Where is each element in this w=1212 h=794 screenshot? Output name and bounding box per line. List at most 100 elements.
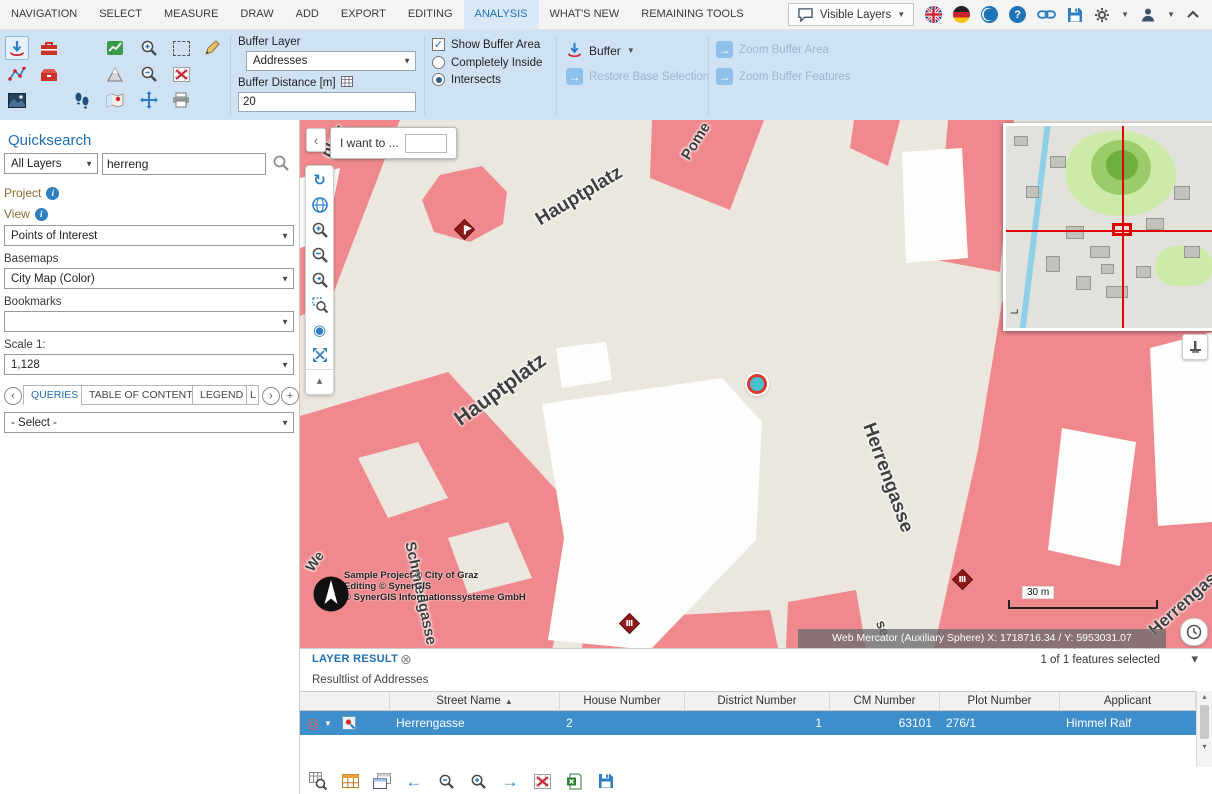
rectangle-select-icon[interactable] [169,36,193,60]
table-zoom-out-icon[interactable] [436,771,456,791]
table-zoom-in-icon[interactable] [468,771,488,791]
menu-measure[interactable]: MEASURE [153,0,229,29]
column-header-street[interactable]: Street Name ▲ [390,691,560,711]
next-record-icon[interactable]: → [500,771,520,791]
query-select[interactable]: - Select - ▼ [4,412,294,433]
intersects-option[interactable]: Intersects [432,73,501,86]
basemaps-select[interactable]: City Map (Color) ▼ [4,268,294,289]
radio-unselected-icon[interactable] [432,56,445,69]
cone-icon[interactable] [103,62,127,86]
menu-editing[interactable]: EDITING [397,0,464,29]
night-mode-icon[interactable] [981,6,998,23]
result-scrollbar[interactable]: ▴ ▾ [1196,691,1212,767]
menu-draw[interactable]: DRAW [229,0,284,29]
collapse-map-toolbar-icon[interactable]: ▴ [306,369,333,391]
visible-layers-button[interactable]: Visible Layers ▼ [788,3,914,26]
menu-export[interactable]: EXPORT [330,0,397,29]
buffer-distance-input[interactable] [238,92,416,112]
table-row-selected[interactable]: ◎ ▼ Herrengasse 2 1 63101 276/1 Himmel R… [300,711,1196,735]
print-icon[interactable] [169,88,193,112]
refresh-map-icon[interactable]: ↻ [309,169,330,190]
settings-gear-icon[interactable] [1094,7,1110,23]
save-project-icon[interactable] [1067,7,1083,23]
zoom-buffer-features-button[interactable]: → Zoom Buffer Features [716,68,851,85]
zoom-window-icon[interactable] [309,294,330,315]
compass-icon[interactable] [312,575,350,618]
buffer-tool-icon[interactable] [5,36,29,60]
language-english-flag-icon[interactable] [925,6,942,23]
record-target-icon[interactable]: ◎ [305,711,321,735]
user-account-icon[interactable] [1140,7,1156,23]
column-header-house[interactable]: House Number [560,691,685,711]
tab-queries[interactable]: QUERIES [23,385,86,405]
polyline-measure-icon[interactable] [5,62,29,86]
zoom-buffer-area-button[interactable]: → Zoom Buffer Area [716,41,829,58]
tab-legend[interactable]: LEGEND [192,385,251,405]
sketch-pen-icon[interactable] [200,36,224,60]
column-header-cm[interactable]: CM Number [830,691,940,711]
toolbox-open-icon[interactable] [37,62,61,86]
time-slider-icon[interactable] [1180,618,1208,646]
help-icon[interactable]: ? [1009,6,1026,23]
show-buffer-area-option[interactable]: ✓ Show Buffer Area [432,38,540,51]
map-canvas[interactable]: platz Hauptplatz Pome Hauptplatz Herreng… [300,120,1212,648]
map-zoom-in-icon[interactable] [309,219,330,240]
scale-select[interactable]: 1,128 ▼ [4,354,294,375]
menu-whats-new[interactable]: WHAT'S NEW [539,0,631,29]
tab-table-of-content[interactable]: TABLE OF CONTENT [81,385,201,405]
pan-tool-icon[interactable] [137,88,161,112]
menu-add[interactable]: ADD [285,0,330,29]
settings-caret-icon[interactable]: ▼ [1121,11,1129,19]
row-menu-caret-icon[interactable]: ▼ [322,711,334,735]
toolbox-icon[interactable] [37,36,61,60]
i-want-to-input[interactable] [405,134,447,153]
zoom-to-table-icon[interactable] [308,771,328,791]
menu-analysis[interactable]: ANALYSIS [464,0,539,29]
user-caret-icon[interactable]: ▼ [1167,11,1175,19]
buffer-layer-select[interactable]: Addresses ▼ [246,51,416,71]
quicksearch-heading[interactable]: Quicksearch [8,132,91,149]
footprints-icon[interactable] [70,88,94,112]
radio-selected-icon[interactable] [432,73,445,86]
completely-inside-option[interactable]: Completely Inside [432,56,542,69]
zoom-to-feature-icon[interactable] [340,711,358,735]
center-map-icon[interactable]: ◉ [309,319,330,340]
tab-clipped[interactable]: L [246,385,259,405]
share-link-icon[interactable] [1037,9,1056,20]
restore-base-selection-button[interactable]: → Restore Base Selection [566,68,709,85]
copy-table-icon[interactable] [372,771,392,791]
scroll-down-icon[interactable]: ▾ [1197,741,1212,753]
column-header-district[interactable]: District Number [685,691,830,711]
green-map-chart-icon[interactable] [103,36,127,60]
checkbox-checked-icon[interactable]: ✓ [432,38,445,51]
show-table-icon[interactable] [340,771,360,791]
map-marker-icon[interactable] [103,88,127,112]
language-german-flag-icon[interactable] [953,6,970,23]
globe-overview-icon[interactable] [309,194,330,215]
screenshot-image-icon[interactable] [5,88,29,112]
collapse-ribbon-icon[interactable] [1186,6,1200,24]
collapse-sidebar-icon[interactable]: ‹ [306,128,326,152]
view-select[interactable]: Points of Interest ▼ [4,225,294,246]
overview-map[interactable]: ⌐ [1003,123,1212,331]
project-info-icon[interactable]: i [46,187,59,200]
column-header-plot[interactable]: Plot Number [940,691,1060,711]
selected-feature-marker[interactable] [747,374,767,394]
overview-collapse-icon[interactable]: ⌐ [1010,304,1019,321]
dissolve-selection-icon[interactable] [169,62,193,86]
previous-record-icon[interactable]: ← [404,771,424,791]
zoom-in-tool-icon[interactable] [137,36,161,60]
close-result-icon[interactable]: ⊗ [400,651,412,668]
tab-add-icon[interactable]: + [281,387,299,405]
buffer-caret-icon[interactable]: ▼ [627,47,635,55]
export-excel-icon[interactable] [564,771,584,791]
menu-remaining-tools[interactable]: REMAINING TOOLS [630,0,754,29]
zoom-out-tool-icon[interactable] [137,62,161,86]
quicksearch-input[interactable] [102,153,266,175]
tab-scroll-left-icon[interactable]: ‹ [4,387,22,405]
column-header-applicant[interactable]: Applicant [1060,691,1196,711]
scrollbar-thumb[interactable] [1200,705,1209,739]
menu-select[interactable]: SELECT [88,0,153,29]
buffer-button[interactable]: Buffer ▼ [566,41,635,61]
view-info-icon[interactable]: i [35,208,48,221]
